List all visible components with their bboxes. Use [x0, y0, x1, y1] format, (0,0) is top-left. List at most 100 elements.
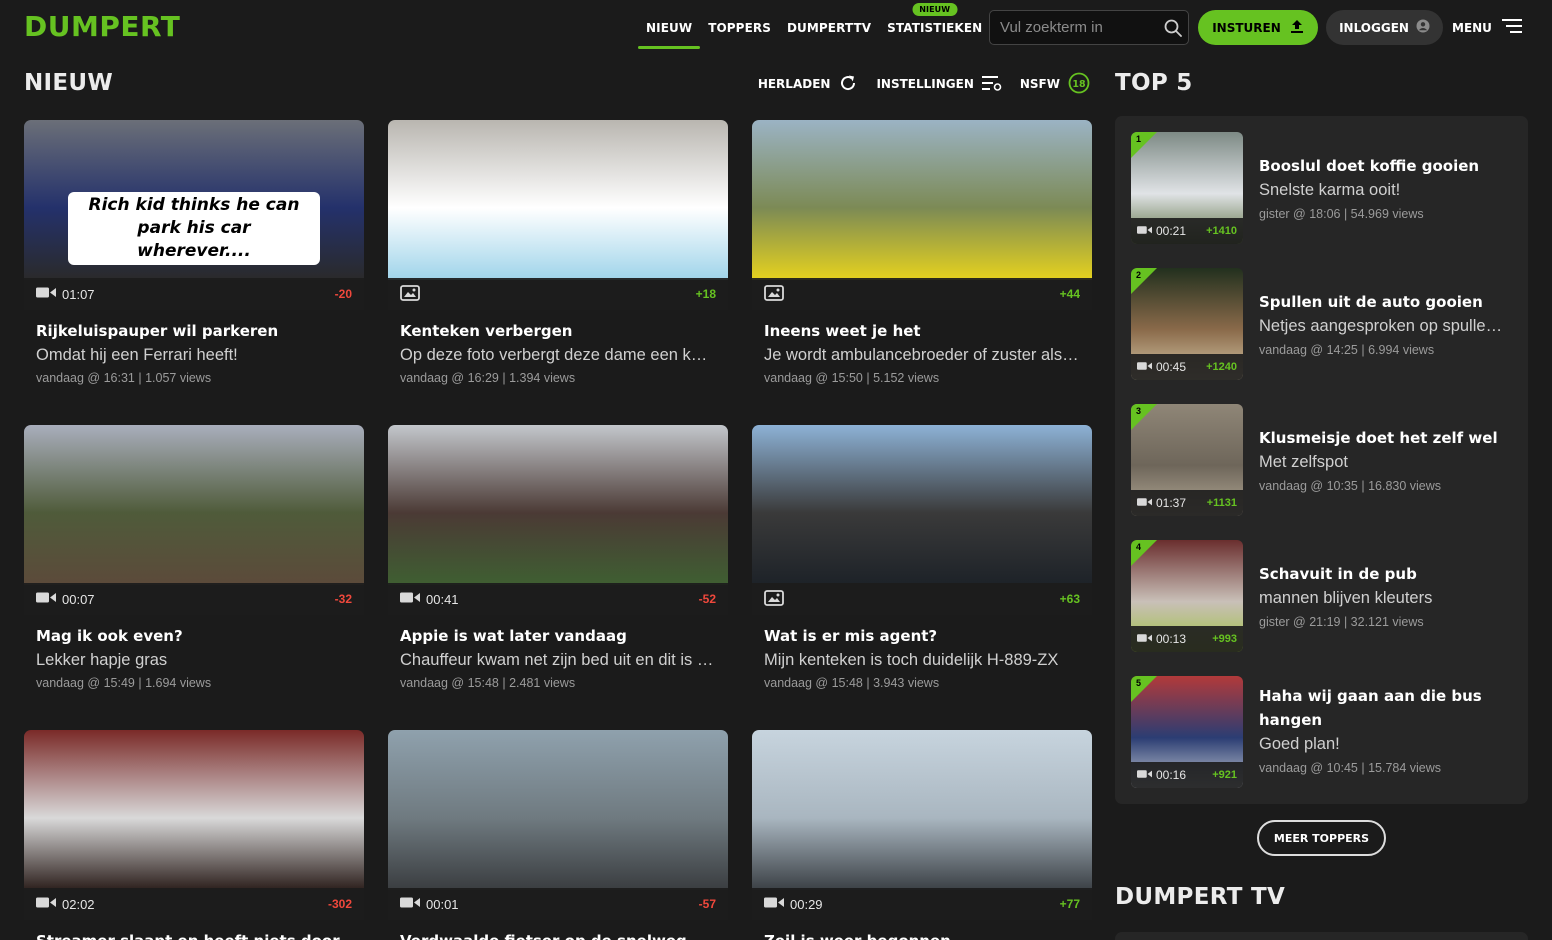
video-card[interactable]: Rich kid thinks he can park his car wher… — [24, 120, 364, 385]
top5-meta: gister @ 21:19 | 32.121 views — [1259, 615, 1424, 629]
photo-icon — [400, 284, 420, 304]
kudos-score: +993 — [1212, 633, 1237, 645]
video-title[interactable]: Mag ik ook even? — [36, 627, 352, 645]
section-title-nieuw: NIEUW — [24, 70, 114, 96]
video-card[interactable]: 00:07 -32 Mag ik ook even? Lekker hapje … — [24, 425, 364, 690]
top5-title[interactable]: Booslul doet koffie gooien — [1259, 154, 1511, 178]
top5-meta: vandaag @ 10:35 | 16.830 views — [1259, 479, 1442, 493]
video-description: Op deze foto verbergt deze dame een kent… — [400, 346, 716, 364]
kudos-score: +1131 — [1206, 497, 1237, 509]
more-toppers-button[interactable]: MEER TOPPERS — [1257, 820, 1386, 856]
video-thumbnail[interactable]: +18 — [388, 120, 728, 310]
thumbnail-image — [388, 120, 728, 280]
reload-button[interactable]: HERLADEN — [758, 73, 859, 96]
video-duration: 00:21 — [1156, 224, 1187, 238]
video-title[interactable]: Ineens weet je het — [764, 322, 1080, 340]
video-camera-icon — [1137, 360, 1152, 374]
video-title[interactable]: Zeil is weer begonnen — [764, 932, 1080, 940]
photo-icon — [764, 589, 784, 609]
submit-button[interactable]: INSTUREN — [1198, 10, 1318, 45]
thumbnail-image — [752, 425, 1092, 585]
rank-badge: 3 — [1131, 404, 1157, 430]
video-camera-icon — [1137, 224, 1152, 238]
hamburger-icon — [1501, 18, 1522, 37]
video-card[interactable]: 00:41 -52 Appie is wat later vandaag Cha… — [388, 425, 728, 690]
video-title[interactable]: Appie is wat later vandaag — [400, 627, 716, 645]
nav-item-nieuw[interactable]: NIEUW — [638, 0, 701, 56]
menu-button[interactable]: MENU — [1452, 10, 1522, 45]
top5-item[interactable]: 3 01:37 +1131 Klusmeisje doet het zelf w… — [1131, 404, 1511, 516]
video-duration: 00:45 — [1156, 360, 1187, 374]
thumbnail-info-bar: +63 — [752, 583, 1092, 615]
video-title[interactable]: Kenteken verbergen — [400, 322, 716, 340]
video-card[interactable]: +18 Kenteken verbergen Op deze foto verb… — [388, 120, 728, 385]
thumbnail-info-bar: 00:21 +1410 — [1131, 218, 1243, 244]
thumbnail-image — [388, 730, 728, 890]
search-icon[interactable] — [1158, 19, 1188, 37]
top5-thumbnail[interactable]: 2 00:45 +1240 — [1131, 268, 1243, 380]
thumbnail-info-bar: +44 — [752, 278, 1092, 310]
top5-item[interactable]: 4 00:13 +993 Schavuit in de pub mannen b… — [1131, 540, 1511, 652]
settings-button[interactable]: INSTELLINGEN — [876, 74, 1002, 95]
dumpert-tv-panel — [1115, 932, 1528, 940]
top5-item[interactable]: 5 00:16 +921 Haha wij gaan aan die bus h… — [1131, 676, 1511, 788]
thumbnail-info-bar: 01:37 +1131 — [1131, 490, 1243, 516]
upload-icon — [1290, 19, 1304, 37]
video-camera-icon — [1137, 632, 1152, 646]
video-title[interactable]: Verdwaalde fietser op de snelweg — [400, 932, 716, 940]
video-description: Mijn kenteken is toch duidelijk H-889-ZX — [764, 651, 1059, 669]
top5-item[interactable]: 1 00:21 +1410 Booslul doet koffie gooien… — [1131, 132, 1511, 244]
top5-meta: gister @ 18:06 | 54.969 views — [1259, 207, 1424, 221]
rank-badge: 2 — [1131, 268, 1157, 294]
kudos-score: +18 — [695, 287, 716, 301]
nsfw-toggle[interactable]: NSFW 18 — [1020, 72, 1090, 97]
nav-item-dumperttv[interactable]: DUMPERTTV — [779, 0, 879, 56]
video-camera-icon — [36, 896, 56, 912]
video-thumbnail[interactable]: 02:02 -302 — [24, 730, 364, 920]
video-thumbnail[interactable]: 00:41 -52 — [388, 425, 728, 615]
video-card[interactable]: +44 Ineens weet je het Je wordt ambulanc… — [752, 120, 1092, 385]
top5-title[interactable]: Spullen uit de auto gooien — [1259, 290, 1511, 314]
video-card[interactable]: 00:01 -57 Verdwaalde fietser op de snelw… — [388, 730, 728, 940]
top5-thumbnail[interactable]: 5 00:16 +921 — [1131, 676, 1243, 788]
video-description: Omdat hij een Ferrari heeft! — [36, 346, 238, 364]
top5-title[interactable]: Haha wij gaan aan die bus hangen — [1259, 684, 1511, 732]
top5-thumbnail[interactable]: 3 01:37 +1131 — [1131, 404, 1243, 516]
video-duration: 00:07 — [62, 591, 95, 607]
top5-title[interactable]: Klusmeisje doet het zelf wel — [1259, 426, 1511, 450]
video-thumbnail[interactable]: 00:01 -57 — [388, 730, 728, 920]
video-card[interactable]: +63 Wat is er mis agent? Mijn kenteken i… — [752, 425, 1092, 690]
video-card[interactable]: 00:29 +77 Zeil is weer begonnen — [752, 730, 1092, 940]
top5-meta: vandaag @ 10:45 | 15.784 views — [1259, 761, 1442, 775]
video-title[interactable]: Rijkeluispauper wil parkeren — [36, 322, 352, 340]
video-title[interactable]: Wat is er mis agent? — [764, 627, 1080, 645]
rank-badge: 5 — [1131, 676, 1157, 702]
kudos-score: -32 — [334, 592, 352, 606]
video-thumbnail[interactable]: 00:07 -32 — [24, 425, 364, 615]
video-duration: 01:07 — [62, 286, 95, 302]
nav-item-toppers[interactable]: TOPPERS — [700, 0, 779, 56]
kudos-score: -20 — [334, 287, 352, 301]
video-card[interactable]: 02:02 -302 Streamer slaapt en heeft niet… — [24, 730, 364, 940]
video-thumbnail[interactable]: +44 — [752, 120, 1092, 310]
video-thumbnail[interactable]: +63 — [752, 425, 1092, 615]
section-title-dumpert-tv: DUMPERT TV — [1115, 884, 1286, 910]
top5-thumbnail[interactable]: 4 00:13 +993 — [1131, 540, 1243, 652]
login-button[interactable]: INLOGGEN — [1326, 10, 1443, 45]
video-duration: 00:41 — [426, 591, 459, 607]
kudos-score: +77 — [1059, 897, 1080, 911]
video-thumbnail[interactable]: 00:29 +77 — [752, 730, 1092, 920]
thumbnail-info-bar: 00:41 -52 — [388, 583, 728, 615]
reload-icon — [838, 73, 858, 96]
nav-item-statistieken[interactable]: NIEUW STATISTIEKEN — [879, 0, 990, 56]
video-duration: 00:16 — [1156, 768, 1187, 782]
dumpert-logo[interactable]: DUMPERT — [24, 10, 180, 43]
video-title[interactable]: Streamer slaapt en heeft niets door — [36, 932, 352, 940]
top5-title[interactable]: Schavuit in de pub — [1259, 562, 1511, 586]
top5-thumbnail[interactable]: 1 00:21 +1410 — [1131, 132, 1243, 244]
new-badge: NIEUW — [912, 3, 958, 16]
video-thumbnail[interactable]: Rich kid thinks he can park his car wher… — [24, 120, 364, 310]
filter-settings-icon — [981, 74, 1002, 95]
search-input[interactable] — [990, 19, 1158, 36]
top5-item[interactable]: 2 00:45 +1240 Spullen uit de auto gooien… — [1131, 268, 1511, 380]
